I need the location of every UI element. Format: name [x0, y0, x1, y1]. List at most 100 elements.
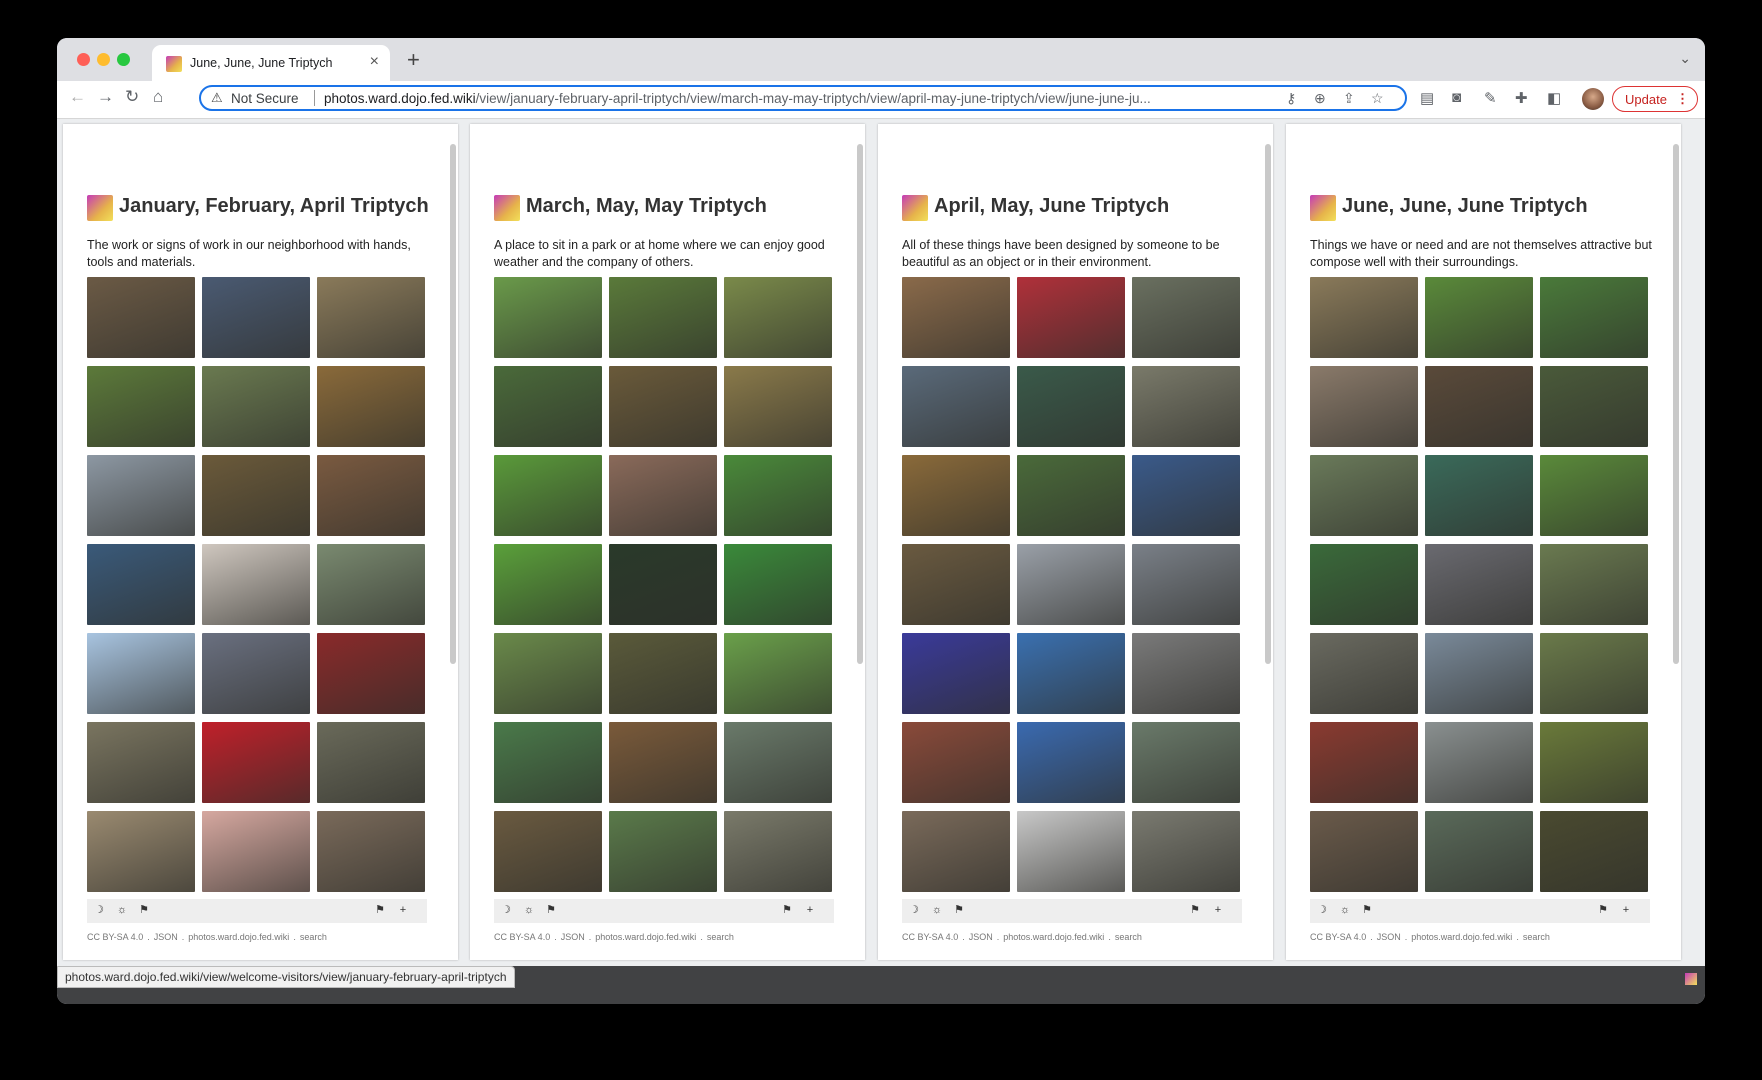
photo-thumbnail[interactable] — [902, 455, 1010, 536]
photo-thumbnail[interactable] — [724, 811, 832, 892]
photo-thumbnail[interactable] — [724, 633, 832, 714]
photo-thumbnail[interactable] — [202, 544, 310, 625]
new-tab-button[interactable]: + — [407, 47, 420, 73]
photo-thumbnail[interactable] — [902, 277, 1010, 358]
photo-thumbnail[interactable] — [724, 544, 832, 625]
add-item-icon[interactable]: + — [803, 903, 817, 917]
photo-thumbnail[interactable] — [1132, 277, 1240, 358]
photo-thumbnail[interactable] — [202, 722, 310, 803]
photo-thumbnail[interactable] — [1310, 366, 1418, 447]
photo-thumbnail[interactable] — [87, 366, 195, 447]
tab-active[interactable]: June, June, June Triptych × — [152, 45, 390, 81]
photo-thumbnail[interactable] — [1540, 455, 1648, 536]
sun-icon[interactable]: ☼ — [930, 903, 944, 917]
license-link[interactable]: CC BY-SA 4.0 — [902, 932, 958, 942]
photo-thumbnail[interactable] — [202, 811, 310, 892]
photo-thumbnail[interactable] — [1310, 544, 1418, 625]
site-link[interactable]: photos.ward.dojo.fed.wiki — [1003, 932, 1104, 942]
photo-thumbnail[interactable] — [202, 455, 310, 536]
key-icon[interactable]: ⚷ — [1286, 90, 1296, 107]
photo-thumbnail[interactable] — [1425, 366, 1533, 447]
photo-thumbnail[interactable] — [1132, 366, 1240, 447]
add-item-icon[interactable]: + — [1619, 903, 1633, 917]
fork-flag-icon[interactable]: ⚑ — [952, 903, 966, 917]
extension-pin-icon[interactable]: ✎ — [1484, 89, 1497, 107]
photo-thumbnail[interactable] — [609, 544, 717, 625]
moon-icon[interactable]: ☽ — [92, 903, 106, 917]
tab-close-icon[interactable]: × — [370, 53, 379, 71]
photo-thumbnail[interactable] — [1132, 811, 1240, 892]
fork-flag-icon[interactable]: ⚑ — [137, 903, 151, 917]
photo-thumbnail[interactable] — [724, 277, 832, 358]
extensions-puzzle-icon[interactable]: ✚ — [1515, 89, 1528, 107]
photo-thumbnail[interactable] — [317, 277, 425, 358]
photo-thumbnail[interactable] — [494, 722, 602, 803]
photo-thumbnail[interactable] — [87, 633, 195, 714]
search-link[interactable]: search — [1115, 932, 1142, 942]
site-link[interactable]: photos.ward.dojo.fed.wiki — [595, 932, 696, 942]
flag-icon[interactable]: ⚑ — [1188, 903, 1202, 917]
license-link[interactable]: CC BY-SA 4.0 — [87, 932, 143, 942]
close-window-button[interactable] — [77, 53, 90, 66]
photo-thumbnail[interactable] — [609, 811, 717, 892]
fork-flag-icon[interactable]: ⚑ — [544, 903, 558, 917]
tab-search-chevron-icon[interactable]: ⌄ — [1679, 50, 1691, 67]
photo-thumbnail[interactable] — [1540, 811, 1648, 892]
sun-icon[interactable]: ☼ — [115, 903, 129, 917]
side-panel-icon[interactable]: ◧ — [1547, 89, 1561, 107]
photo-thumbnail[interactable] — [1540, 633, 1648, 714]
site-link[interactable]: photos.ward.dojo.fed.wiki — [188, 932, 289, 942]
photo-thumbnail[interactable] — [202, 366, 310, 447]
photo-thumbnail[interactable] — [1017, 455, 1125, 536]
photo-thumbnail[interactable] — [494, 544, 602, 625]
photo-thumbnail[interactable] — [317, 544, 425, 625]
license-link[interactable]: CC BY-SA 4.0 — [494, 932, 550, 942]
moon-icon[interactable]: ☽ — [1315, 903, 1329, 917]
photo-thumbnail[interactable] — [902, 811, 1010, 892]
photo-thumbnail[interactable] — [87, 455, 195, 536]
photo-thumbnail[interactable] — [902, 633, 1010, 714]
search-link[interactable]: search — [1523, 932, 1550, 942]
photo-thumbnail[interactable] — [1310, 633, 1418, 714]
photo-thumbnail[interactable] — [1425, 544, 1533, 625]
photo-thumbnail[interactable] — [1425, 277, 1533, 358]
neighborhood-favicon-icon[interactable] — [1685, 973, 1697, 985]
photo-thumbnail[interactable] — [1425, 455, 1533, 536]
photo-thumbnail[interactable] — [494, 277, 602, 358]
photo-thumbnail[interactable] — [494, 633, 602, 714]
photo-thumbnail[interactable] — [1017, 366, 1125, 447]
url-text[interactable]: photos.ward.dojo.fed.wiki/view/january-f… — [324, 91, 1279, 106]
photo-thumbnail[interactable] — [724, 366, 832, 447]
extension-reader-icon[interactable]: ▤ — [1420, 89, 1434, 107]
moon-icon[interactable]: ☽ — [499, 903, 513, 917]
flag-icon[interactable]: ⚑ — [780, 903, 794, 917]
sun-icon[interactable]: ☼ — [522, 903, 536, 917]
photo-thumbnail[interactable] — [1017, 722, 1125, 803]
photo-thumbnail[interactable] — [609, 722, 717, 803]
minimize-window-button[interactable] — [97, 53, 110, 66]
photo-thumbnail[interactable] — [317, 811, 425, 892]
search-link[interactable]: search — [707, 932, 734, 942]
photo-thumbnail[interactable] — [87, 722, 195, 803]
add-item-icon[interactable]: + — [1211, 903, 1225, 917]
fork-flag-icon[interactable]: ⚑ — [1360, 903, 1374, 917]
json-link[interactable]: JSON — [561, 932, 585, 942]
photo-thumbnail[interactable] — [902, 366, 1010, 447]
photo-thumbnail[interactable] — [494, 811, 602, 892]
photo-thumbnail[interactable] — [202, 633, 310, 714]
bookmark-star-icon[interactable]: ☆ — [1371, 90, 1384, 107]
license-link[interactable]: CC BY-SA 4.0 — [1310, 932, 1366, 942]
json-link[interactable]: JSON — [969, 932, 993, 942]
photo-thumbnail[interactable] — [1310, 811, 1418, 892]
share-icon[interactable]: ⇪ — [1343, 90, 1355, 107]
photo-thumbnail[interactable] — [1540, 366, 1648, 447]
photo-thumbnail[interactable] — [609, 366, 717, 447]
json-link[interactable]: JSON — [1377, 932, 1401, 942]
photo-thumbnail[interactable] — [202, 277, 310, 358]
profile-avatar[interactable] — [1582, 88, 1604, 110]
wiki-page[interactable]: January, February, April Triptych The wor… — [63, 124, 458, 960]
photo-thumbnail[interactable] — [87, 544, 195, 625]
photo-thumbnail[interactable] — [1540, 722, 1648, 803]
search-link[interactable]: search — [300, 932, 327, 942]
page-scrollbar[interactable] — [857, 144, 863, 664]
